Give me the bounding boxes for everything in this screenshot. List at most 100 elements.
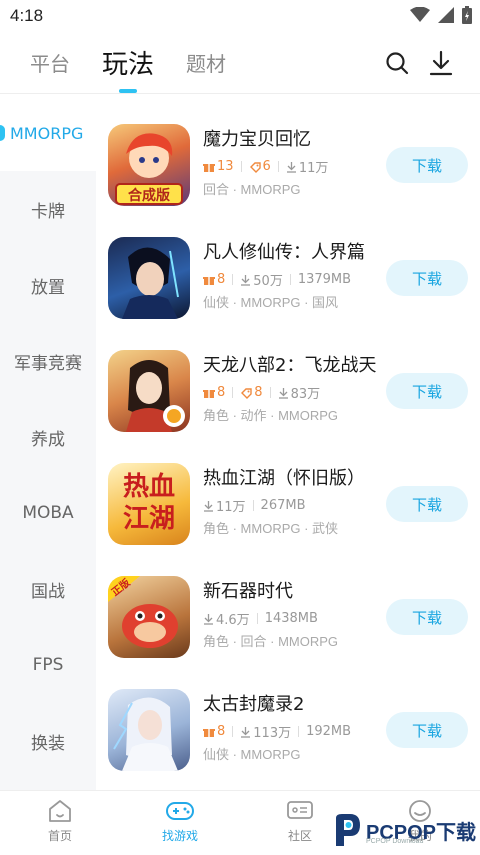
download-count-value: 4.6万 <box>216 613 250 628</box>
game-title: 热血江湖（怀旧版） <box>203 468 365 489</box>
tab-platform[interactable]: 平台 <box>30 48 70 77</box>
game-icon: 合成版 <box>108 124 190 206</box>
game-item[interactable]: 太古封魔录2 8 113万 192MB 仙侠 · MMORPG 下载 <box>96 689 480 790</box>
nav-find-games-label: 找游戏 <box>161 829 198 843</box>
category-raising[interactable]: 养成 <box>0 399 96 475</box>
download-count-icon <box>204 500 213 512</box>
category-label: 放置 <box>31 277 65 298</box>
package-size: 1438MB <box>264 611 318 626</box>
category-fps[interactable]: FPS <box>0 627 96 703</box>
category-label: 国战 <box>31 581 65 602</box>
divider <box>289 274 291 285</box>
download-button[interactable]: 下载 <box>386 260 468 296</box>
gift-count: 8 <box>203 272 225 287</box>
category-label: 卡牌 <box>31 201 65 222</box>
download-count-icon <box>278 387 288 399</box>
game-meta: 11万 267MB <box>203 496 306 515</box>
active-category-marker <box>0 125 5 141</box>
category-label: 换装 <box>31 733 65 754</box>
category-moba[interactable]: MOBA <box>0 475 96 551</box>
package-size: 267MB <box>260 498 306 513</box>
tab-gameplay[interactable]: 玩法 <box>102 44 154 93</box>
coupon-count: 6 <box>249 159 271 174</box>
divider <box>277 161 279 172</box>
game-item[interactable]: 合成版 魔力宝贝回忆 13 6 11万 回合 · MMORPG 下载 <box>96 124 480 237</box>
game-title: 魔力宝贝回忆 <box>203 129 311 150</box>
download-button[interactable]: 下载 <box>386 373 468 409</box>
game-title: 新石器时代 <box>203 581 293 602</box>
category-military[interactable]: 军事竞赛 <box>0 323 96 399</box>
download-count-value: 113万 <box>253 726 292 741</box>
category-idle[interactable]: 放置 <box>0 247 96 323</box>
download-count: 50万 <box>240 270 283 289</box>
watermark-subtext: PCPOP Download <box>366 838 424 845</box>
game-list: 合成版 魔力宝贝回忆 13 6 11万 回合 · MMORPG 下载 凡人修仙传… <box>96 95 480 790</box>
category-nation-war[interactable]: 国战 <box>0 551 96 627</box>
game-icon <box>108 350 190 432</box>
battery-icon <box>462 6 472 24</box>
game-art <box>122 247 179 319</box>
divider <box>232 726 234 737</box>
nav-community-label: 社区 <box>287 829 312 843</box>
coupon-icon <box>249 161 261 173</box>
gift-count-value: 8 <box>217 272 226 287</box>
search-button[interactable] <box>382 48 412 78</box>
game-item[interactable]: 天龙八部2：飞龙战天 8 8 83万 角色 · 动作 · MMORPG 下载 <box>96 350 480 463</box>
nav-home[interactable]: 首页 <box>20 799 100 844</box>
download-count: 4.6万 <box>203 609 250 628</box>
category-card[interactable]: 卡牌 <box>0 171 96 247</box>
wifi-icon <box>410 7 430 22</box>
download-icon <box>429 50 453 76</box>
download-manager-button[interactable] <box>426 48 456 78</box>
divider <box>232 387 234 398</box>
game-meta: 8 8 83万 <box>203 383 320 402</box>
download-button[interactable]: 下载 <box>386 599 468 635</box>
download-button[interactable]: 下载 <box>386 147 468 183</box>
gift-icon <box>203 276 215 285</box>
nav-find-games[interactable]: 找游戏 <box>140 799 220 844</box>
game-meta: 4.6万 1438MB <box>203 609 318 628</box>
package-size: 1379MB <box>297 272 352 287</box>
coupon-count-value: 6 <box>262 159 271 174</box>
divider <box>269 387 271 398</box>
game-title: 凡人修仙传：人界篇 <box>203 242 365 263</box>
download-count-value: 50万 <box>253 274 283 289</box>
signal-icon <box>438 7 454 23</box>
coupon-count: 8 <box>240 385 263 400</box>
category-label: MMORPG <box>10 123 84 143</box>
game-item[interactable]: 凡人修仙传：人界篇 8 50万 1379MB 仙侠 · MMORPG · 国风 … <box>96 237 480 350</box>
gift-count: 13 <box>203 159 234 174</box>
game-tags: 角色 · 回合 · MMORPG <box>203 634 339 649</box>
search-icon <box>386 52 409 75</box>
divider <box>232 274 234 285</box>
category-label: 军事竞赛 <box>14 353 82 374</box>
coupon-count-value: 8 <box>254 385 263 400</box>
download-button[interactable]: 下载 <box>386 486 468 522</box>
gift-count-value: 8 <box>217 385 226 400</box>
divider <box>252 500 254 511</box>
game-tags: 仙侠 · MMORPG <box>203 747 301 762</box>
nav-community[interactable]: 社区 <box>260 799 340 844</box>
tab-theme[interactable]: 题材 <box>186 48 226 77</box>
download-button[interactable]: 下载 <box>386 712 468 748</box>
status-bar: 4:18 <box>0 0 480 36</box>
game-icon <box>108 689 190 771</box>
download-count-value: 11万 <box>216 500 246 515</box>
game-title: 天龙八部2：飞龙战天 <box>203 355 377 376</box>
community-icon <box>287 801 313 819</box>
game-art <box>113 697 178 771</box>
gift-icon <box>203 163 215 172</box>
download-count: 83万 <box>278 383 320 402</box>
game-item[interactable]: 热血江湖 热血江湖（怀旧版） 11万 267MB 角色 · MMORPG · 武… <box>96 463 480 576</box>
category-dressup[interactable]: 换装 <box>0 703 96 779</box>
gamepad-icon <box>166 802 194 820</box>
game-icon: 正版 <box>108 576 190 658</box>
game-tags: 角色 · 动作 · MMORPG <box>203 408 339 423</box>
game-icon: 热血江湖 <box>108 463 190 545</box>
category-mmorpg[interactable]: MMORPG <box>0 95 96 171</box>
category-label: 养成 <box>31 429 65 450</box>
divider <box>256 613 258 624</box>
game-item[interactable]: 正版 新石器时代 4.6万 1438MB 角色 · 回合 · MMORPG 下载 <box>96 576 480 689</box>
gift-count: 8 <box>203 724 225 739</box>
download-count-icon <box>241 274 251 286</box>
